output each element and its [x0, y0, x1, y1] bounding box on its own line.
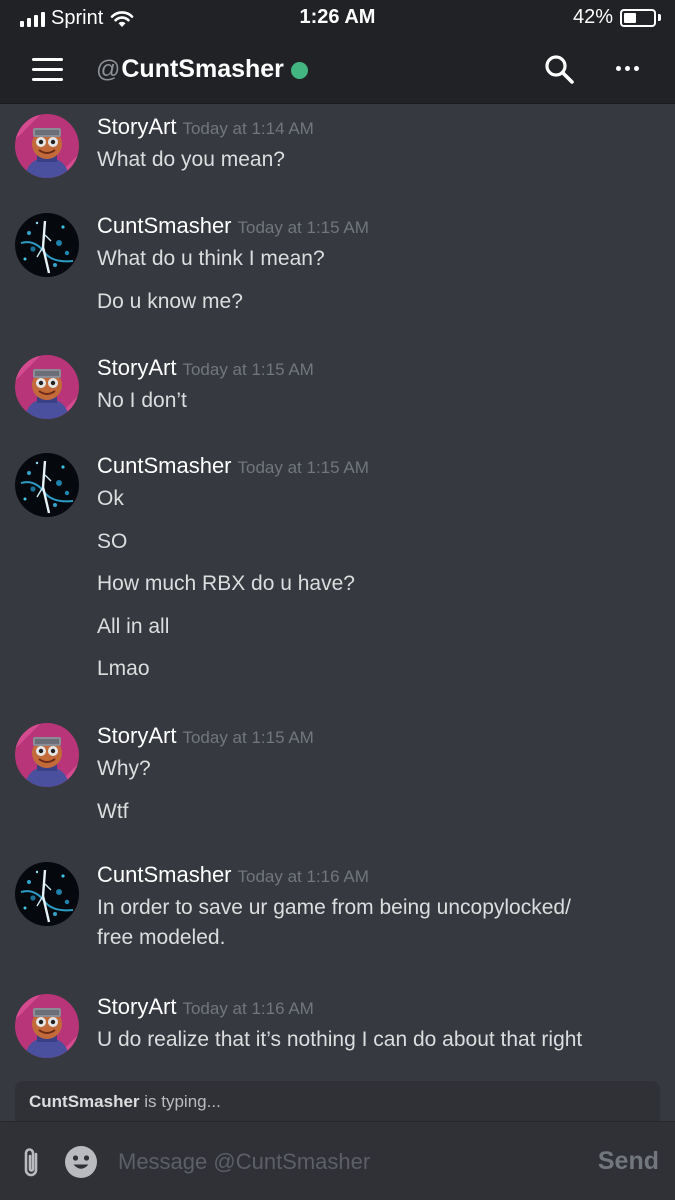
send-button[interactable]: Send	[598, 1147, 659, 1176]
avatar[interactable]	[15, 453, 79, 517]
username[interactable]: StoryArt	[97, 114, 176, 140]
online-status-icon	[290, 62, 308, 79]
battery-icon	[620, 8, 656, 27]
recipient-name: CuntSmasher	[121, 55, 284, 83]
avatar[interactable]	[15, 114, 79, 178]
message-text: Wtf	[97, 799, 129, 823]
avatar[interactable]	[15, 723, 79, 787]
timestamp: Today at 1:16 AM	[182, 999, 314, 1018]
message-text: free modeled.	[97, 926, 226, 949]
message-header: StoryArt Today at 1:16 AM	[97, 994, 314, 1020]
message-list[interactable]: StoryArt Today at 1:14 AM What do you mean…	[0, 104, 675, 1080]
message-header: StoryArt Today at 1:15 AM	[97, 723, 314, 749]
avatar[interactable]	[15, 994, 79, 1058]
chat-header: @ CuntSmasher	[0, 36, 675, 104]
timestamp: Today at 1:16 AM	[237, 867, 369, 886]
battery-level	[624, 12, 636, 23]
typing-user: CuntSmasher	[29, 1092, 140, 1111]
message-text: Ok	[97, 487, 124, 510]
message-text: Lmao	[97, 657, 150, 680]
chat-title: @ CuntSmasher	[96, 55, 308, 84]
message-header: StoryArt Today at 1:15 AM	[97, 355, 314, 381]
username[interactable]: CuntSmasher	[97, 213, 232, 239]
at-symbol: @	[96, 55, 121, 83]
message-text: In order to save ur game from being unco…	[97, 896, 571, 919]
message-text: Why?	[97, 757, 151, 780]
message-text: Do u know me?	[97, 289, 243, 313]
status-right: 42%	[573, 6, 661, 29]
message-input[interactable]	[118, 1144, 578, 1180]
battery-tip	[658, 14, 661, 21]
attachment-icon[interactable]	[18, 1146, 46, 1180]
message-header: CuntSmasher Today at 1:15 AM	[97, 453, 369, 479]
search-icon[interactable]	[543, 53, 575, 85]
username[interactable]: StoryArt	[97, 994, 176, 1020]
battery-percent: 42%	[572, 6, 613, 28]
message-text: What do u think I mean?	[97, 247, 325, 270]
dm-chat-screen: Sprint 1:26 AM 42% @ CuntSmasher StoryAr…	[0, 0, 675, 1200]
message-text: What do you mean?	[97, 148, 285, 171]
username[interactable]: CuntSmasher	[97, 862, 232, 888]
timestamp: Today at 1:15 AM	[237, 458, 369, 477]
emoji-icon[interactable]	[64, 1145, 98, 1179]
message-text: All in all	[97, 614, 170, 638]
menu-icon[interactable]	[32, 58, 63, 81]
message-text: No I don’t	[97, 389, 187, 412]
username[interactable]: StoryArt	[97, 355, 176, 381]
more-icon[interactable]	[616, 66, 639, 71]
avatar[interactable]	[15, 862, 79, 926]
message-text: U do realize that it’s nothing I can do …	[97, 1028, 583, 1051]
username[interactable]: StoryArt	[97, 723, 176, 749]
timestamp: Today at 1:15 AM	[182, 728, 314, 747]
message-text: How much RBX do u have?	[97, 572, 355, 595]
typing-text: is typing...	[139, 1092, 221, 1111]
timestamp: Today at 1:14 AM	[182, 119, 314, 138]
avatar[interactable]	[15, 213, 79, 277]
message-text: SO	[97, 529, 128, 553]
avatar[interactable]	[15, 355, 79, 419]
timestamp: Today at 1:15 AM	[237, 218, 369, 237]
username[interactable]: CuntSmasher	[97, 453, 232, 479]
message-composer: Send	[0, 1121, 675, 1200]
message-header: CuntSmasher Today at 1:16 AM	[97, 862, 369, 888]
typing-indicator: CuntSmasher is typing...	[15, 1081, 660, 1121]
message-header: StoryArt Today at 1:14 AM	[97, 114, 314, 140]
status-bar: Sprint 1:26 AM 42%	[0, 0, 675, 36]
message-header: CuntSmasher Today at 1:15 AM	[97, 213, 369, 239]
timestamp: Today at 1:15 AM	[182, 360, 314, 379]
